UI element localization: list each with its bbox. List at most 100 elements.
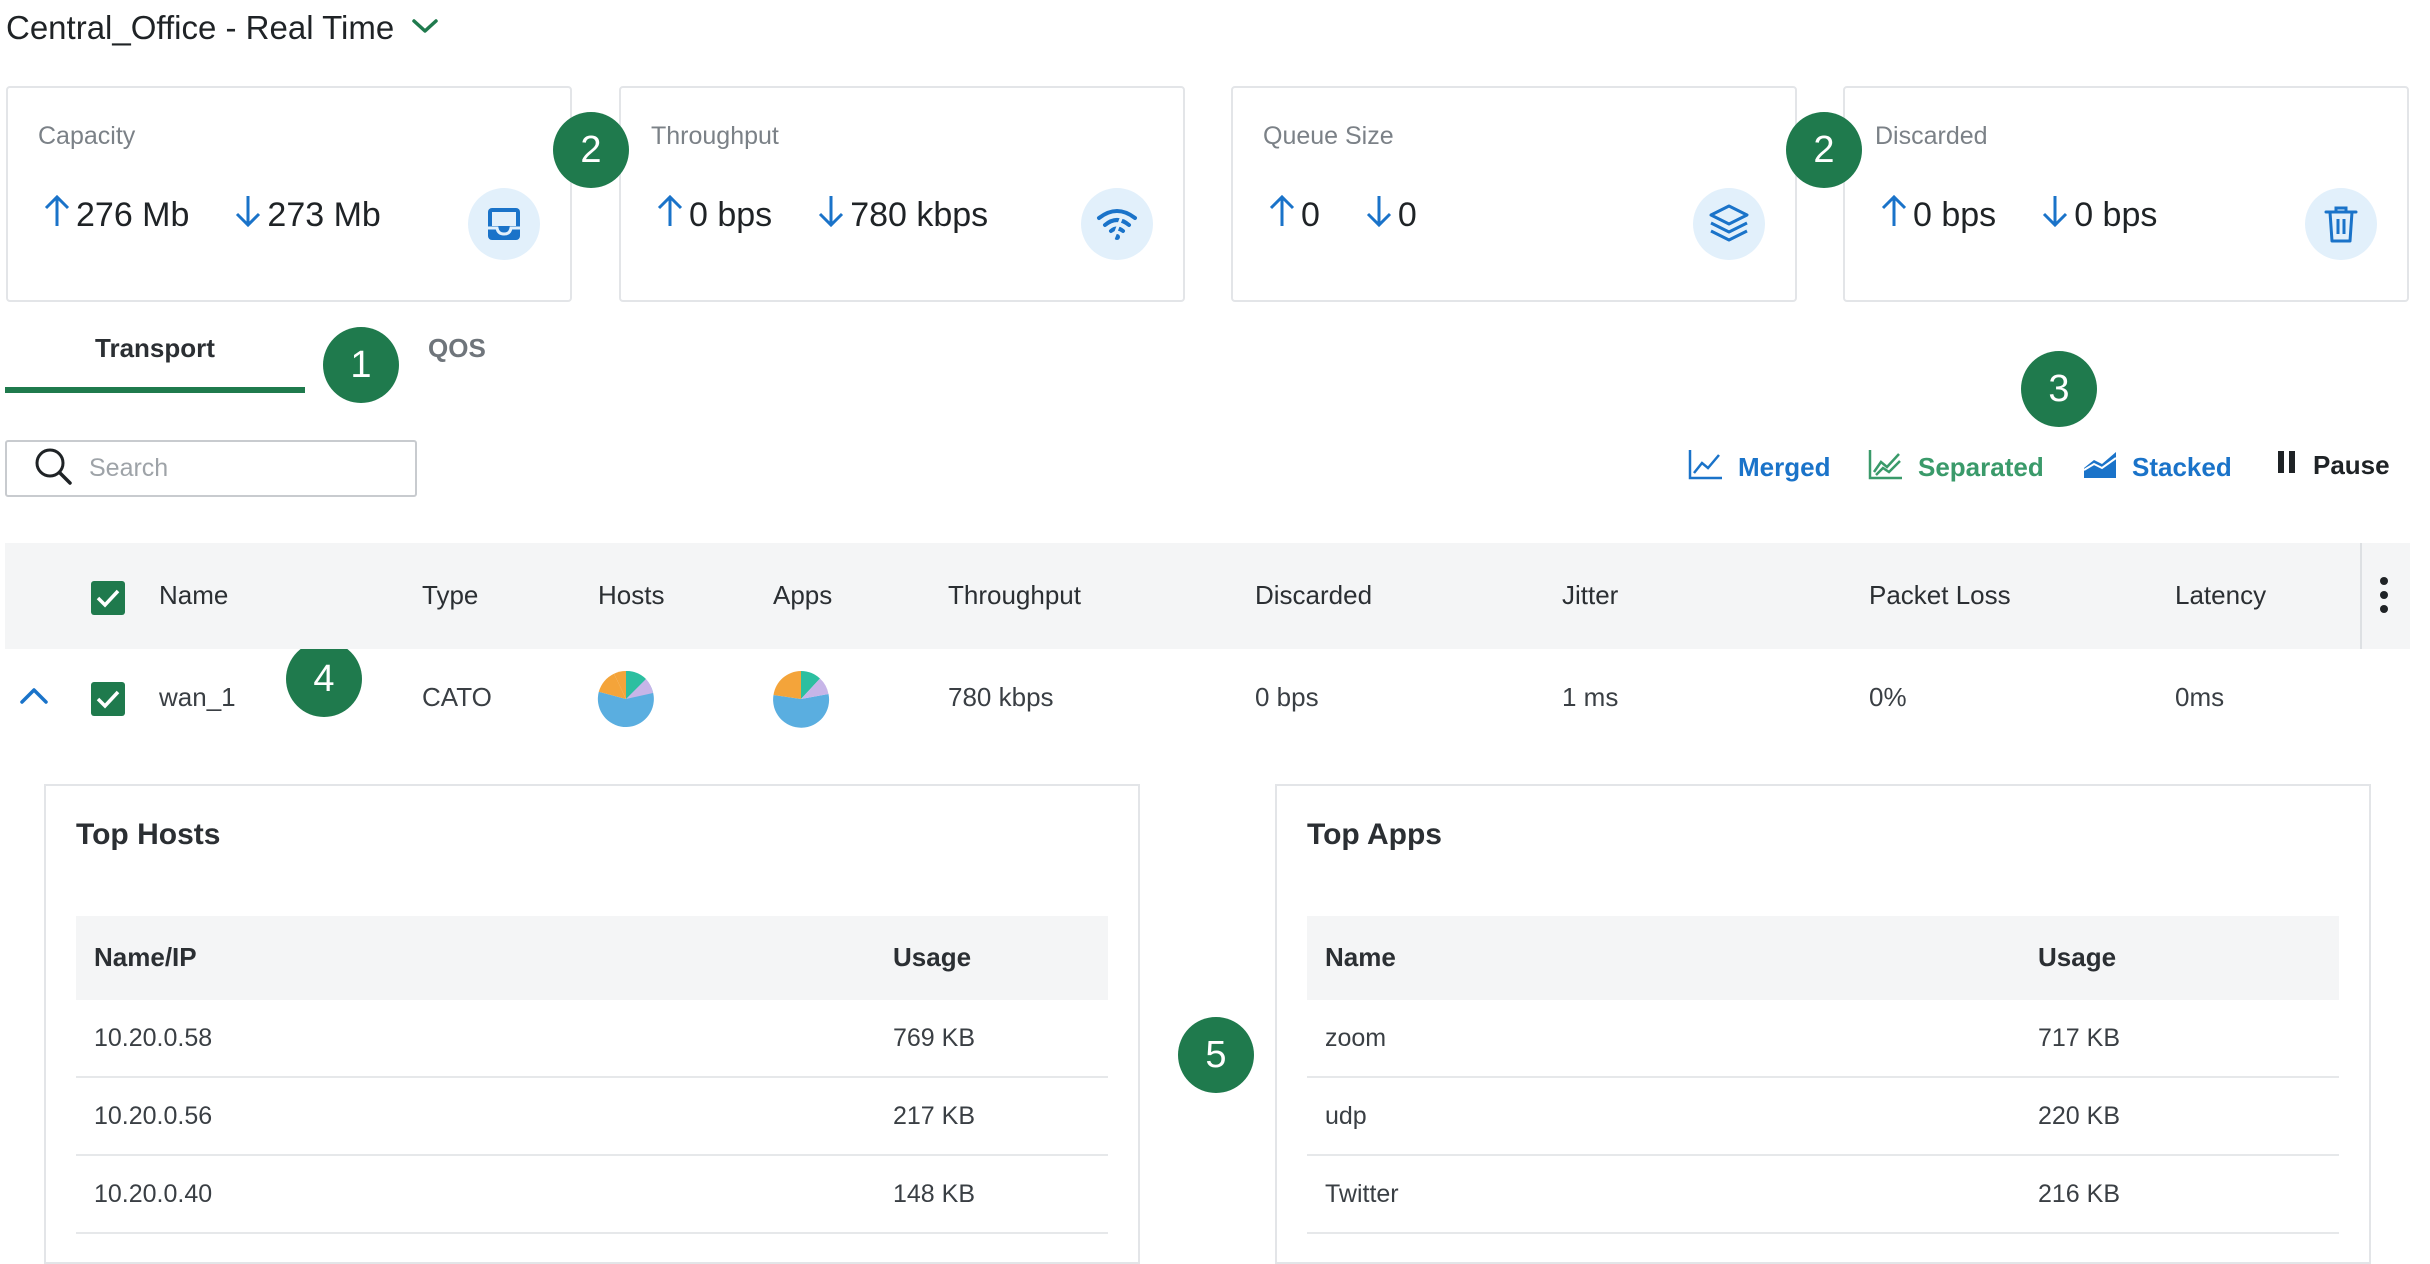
table-row[interactable]: 10.20.0.58 769 KB xyxy=(76,1000,1108,1078)
host-ip: 10.20.0.40 xyxy=(94,1180,213,1208)
column-header-hosts[interactable]: Hosts xyxy=(598,580,664,611)
app-name: udp xyxy=(1325,1102,1367,1130)
host-ip: 10.20.0.58 xyxy=(94,1024,213,1052)
download-value: 0 xyxy=(1397,196,1417,234)
top-apps-header: Name Usage xyxy=(1307,916,2339,1000)
row-type: CATO xyxy=(422,682,492,712)
top-hosts-header: Name/IP Usage xyxy=(76,916,1108,1000)
table-row[interactable]: zoom 717 KB xyxy=(1307,1000,2339,1078)
table-row[interactable]: udp 220 KB xyxy=(1307,1078,2339,1156)
check-icon xyxy=(96,589,120,608)
separated-label: Separated xyxy=(1918,452,2044,482)
app-usage: 216 KB xyxy=(2038,1180,2121,1208)
apps-pie-icon[interactable] xyxy=(771,669,831,734)
throughput-card: Throughput 0 bps 780 kbps xyxy=(619,86,1185,302)
arrow-down-icon xyxy=(2040,194,2070,237)
host-usage: 769 KB xyxy=(893,1024,976,1052)
host-usage: 217 KB xyxy=(893,1102,976,1130)
tab-qos[interactable]: QOS xyxy=(428,333,486,364)
column-header-type[interactable]: Type xyxy=(422,580,478,611)
card-label: Discarded xyxy=(1875,122,1988,150)
search-icon xyxy=(33,446,73,491)
table-row[interactable]: Twitter 216 KB xyxy=(1307,1156,2339,1234)
row-packet-loss: 0% xyxy=(1869,682,1907,712)
top-hosts-title: Top Hosts xyxy=(76,818,221,851)
table-row[interactable]: 10.20.0.56 217 KB xyxy=(76,1078,1108,1156)
column-header-discarded[interactable]: Discarded xyxy=(1255,580,1372,611)
callout-badge: 4 xyxy=(286,641,362,717)
table-header xyxy=(5,543,2410,649)
callout-badge: 2 xyxy=(1786,112,1862,188)
layers-icon xyxy=(1693,188,1765,260)
row-jitter: 1 ms xyxy=(1562,682,1619,712)
arrow-up-icon xyxy=(1267,194,1297,237)
app-usage: 717 KB xyxy=(2038,1024,2121,1052)
arrow-down-icon xyxy=(233,194,263,237)
separated-button[interactable]: Separated xyxy=(1868,448,2044,487)
chevron-up-icon[interactable] xyxy=(18,683,50,712)
top-apps-title: Top Apps xyxy=(1307,818,1442,851)
column-header-name: Name xyxy=(1325,942,1396,972)
hosts-pie-icon[interactable] xyxy=(596,669,656,734)
capacity-card: Capacity 276 Mb 273 Mb xyxy=(6,86,572,302)
search-box[interactable] xyxy=(5,440,417,497)
column-header-throughput[interactable]: Throughput xyxy=(948,580,1081,611)
row-throughput: 780 kbps xyxy=(948,682,1054,712)
card-label: Queue Size xyxy=(1263,122,1394,150)
arrow-up-icon xyxy=(1879,194,1909,237)
area-chart-icon xyxy=(2082,448,2118,487)
chevron-down-icon[interactable] xyxy=(410,16,440,41)
trash-icon xyxy=(2305,188,2377,260)
column-header-latency[interactable]: Latency xyxy=(2175,580,2266,611)
upload-value: 0 xyxy=(1301,196,1320,234)
download-value: 780 kbps xyxy=(850,196,989,234)
card-label: Capacity xyxy=(38,122,136,150)
signal-icon xyxy=(1081,188,1153,260)
host-usage: 148 KB xyxy=(893,1180,976,1208)
column-header-name[interactable]: Name xyxy=(159,580,228,611)
more-options-icon[interactable] xyxy=(2374,575,2394,624)
multi-line-chart-icon xyxy=(1868,448,1904,487)
row-latency: 0ms xyxy=(2175,682,2225,712)
stacked-button[interactable]: Stacked xyxy=(2082,448,2232,487)
line-chart-icon xyxy=(1688,448,1724,487)
app-name: zoom xyxy=(1325,1024,1387,1052)
download-value: 273 Mb xyxy=(267,196,381,234)
upload-value: 276 Mb xyxy=(76,196,190,234)
pause-icon xyxy=(2275,448,2299,483)
search-input[interactable] xyxy=(87,453,411,484)
pause-button[interactable]: Pause xyxy=(2275,448,2390,483)
row-discarded: 0 bps xyxy=(1255,682,1319,712)
callout-badge: 1 xyxy=(323,327,399,403)
select-all-checkbox[interactable] xyxy=(91,581,125,615)
upload-value: 0 bps xyxy=(1913,196,1997,234)
upload-value: 0 bps xyxy=(689,196,773,234)
arrow-down-icon xyxy=(816,194,846,237)
app-name: Twitter xyxy=(1325,1180,1399,1208)
arrow-down-icon xyxy=(1364,194,1394,237)
app-usage: 220 KB xyxy=(2038,1102,2121,1130)
top-hosts-panel: Top Hosts Name/IP Usage 10.20.0.58 769 K… xyxy=(44,784,1140,1264)
column-header-usage: Usage xyxy=(2038,942,2117,972)
discarded-card: Discarded 0 bps 0 bps xyxy=(1843,86,2409,302)
merged-button[interactable]: Merged xyxy=(1688,448,1830,487)
check-icon xyxy=(96,690,120,709)
column-header-packet-loss[interactable]: Packet Loss xyxy=(1869,580,2011,611)
tab-transport[interactable]: Transport xyxy=(95,333,215,364)
download-value: 0 bps xyxy=(2074,196,2158,234)
callout-badge: 3 xyxy=(2021,351,2097,427)
pause-label: Pause xyxy=(2313,450,2390,480)
row-checkbox[interactable] xyxy=(91,682,125,716)
callout-badge: 5 xyxy=(1178,1017,1254,1093)
top-apps-panel: Top Apps Name Usage zoom 717 KB udp 220 … xyxy=(1275,784,2371,1264)
row-name[interactable]: wan_1 xyxy=(159,682,236,713)
arrow-up-icon xyxy=(655,194,685,237)
tab-active-indicator xyxy=(5,387,305,393)
page-title: Central_Office - Real Time xyxy=(6,9,395,46)
column-header-jitter[interactable]: Jitter xyxy=(1562,580,1618,611)
column-header-apps[interactable]: Apps xyxy=(773,580,832,611)
queue-size-card: Queue Size 0 0 xyxy=(1231,86,1797,302)
column-divider xyxy=(2360,543,2362,649)
table-row[interactable]: 10.20.0.40 148 KB xyxy=(76,1156,1108,1234)
column-header-name-ip: Name/IP xyxy=(94,942,197,972)
